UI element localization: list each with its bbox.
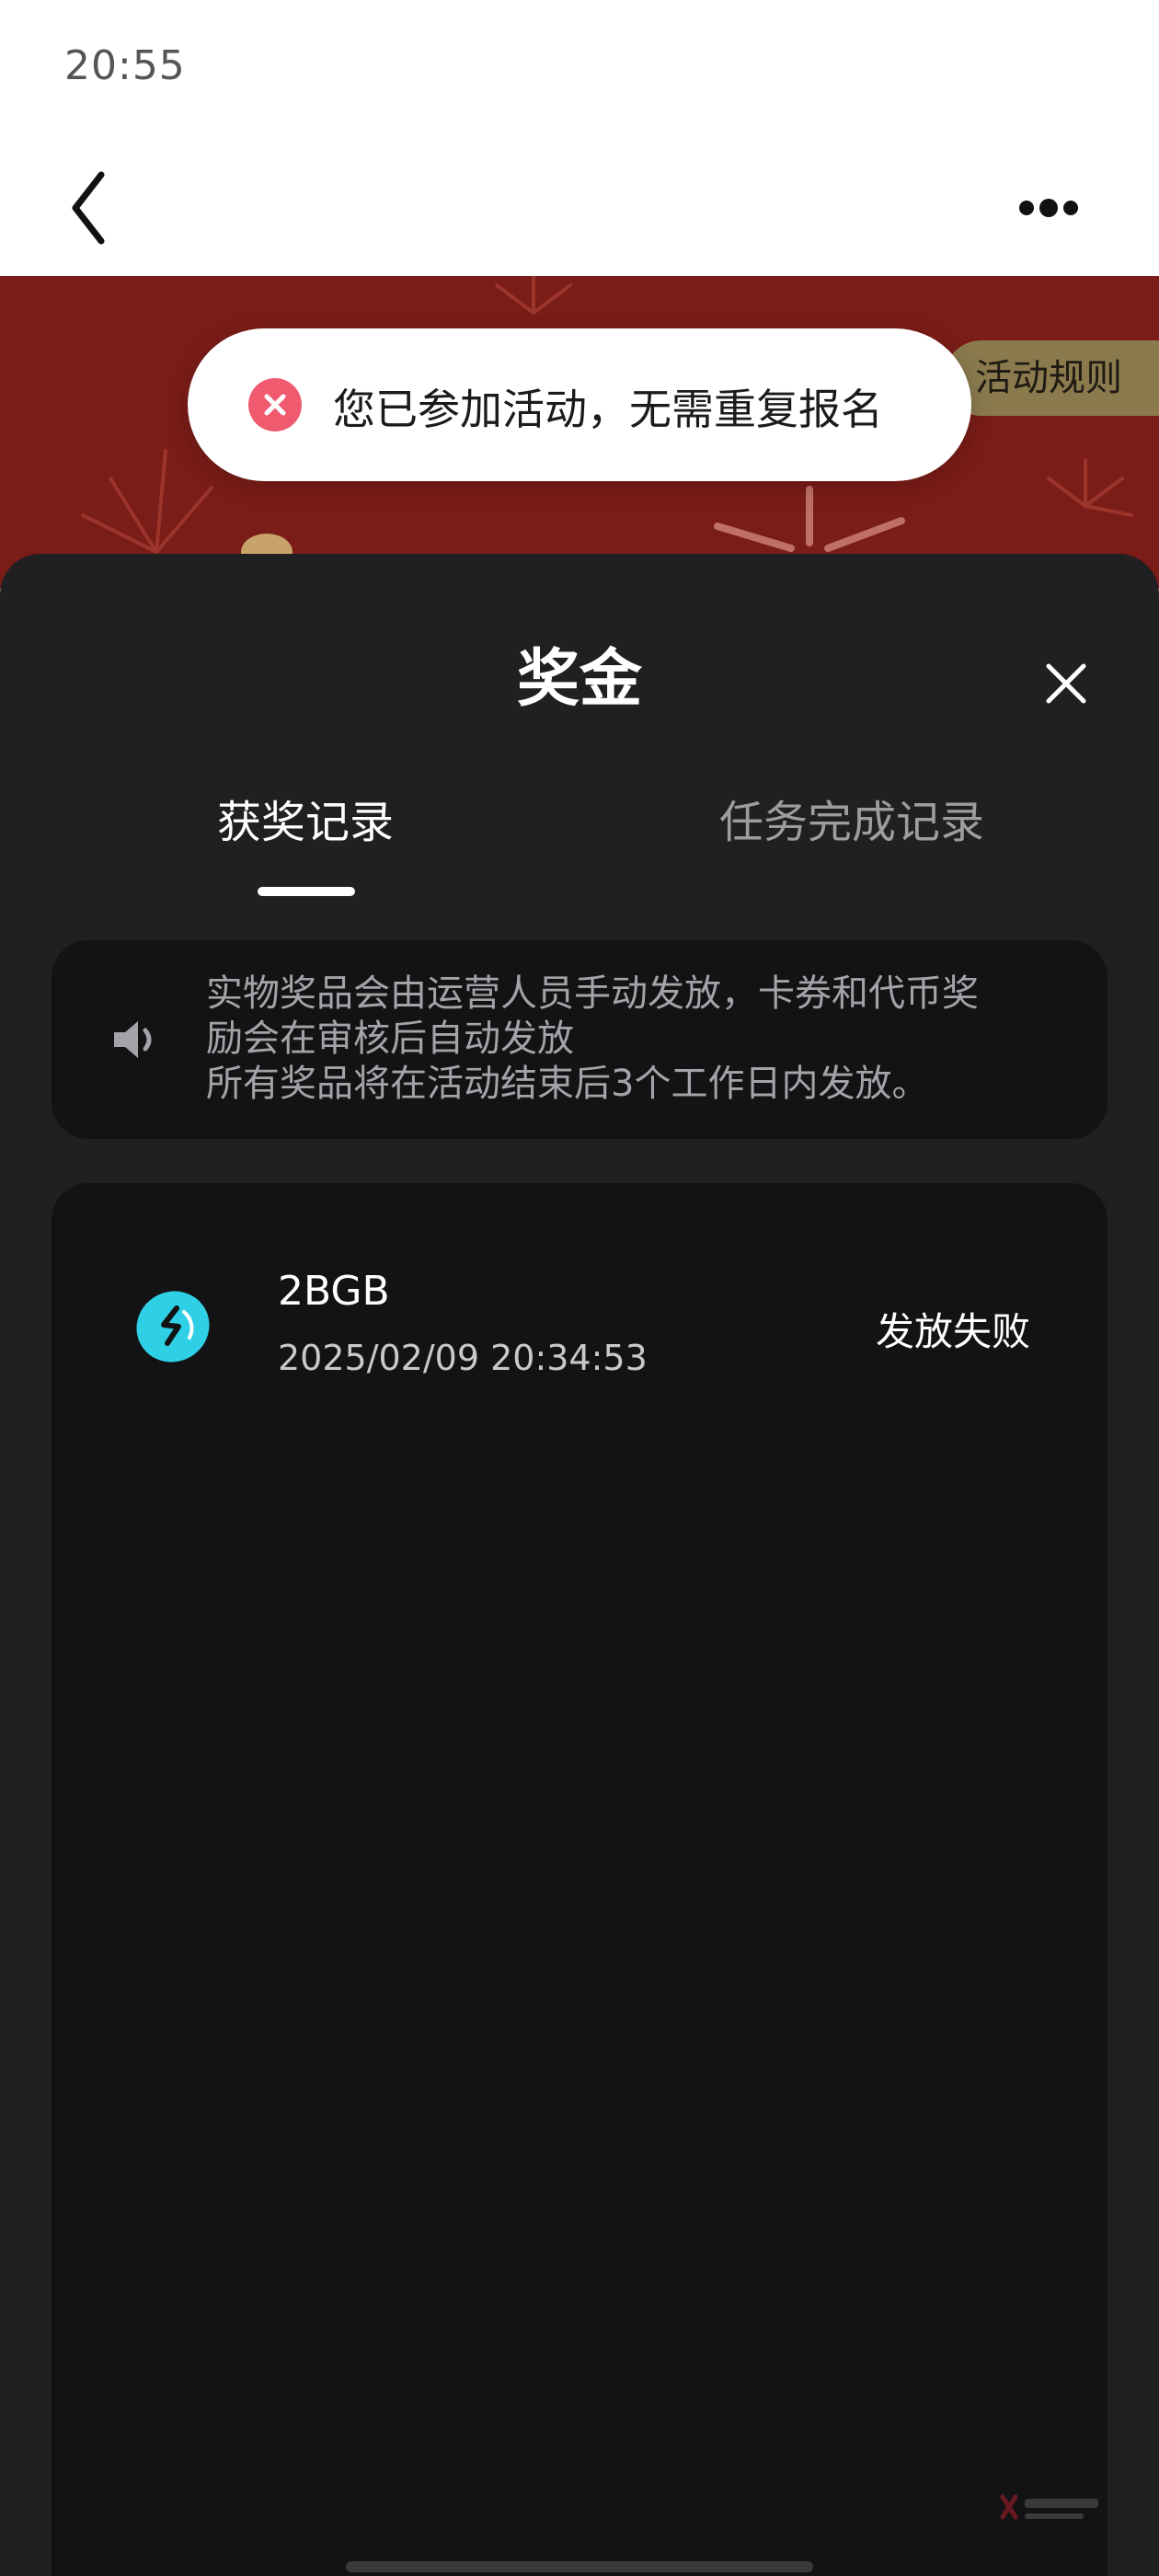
record-item[interactable]: 2BGB 2025/02/09 20:34:53 发放失败 [52,1183,1107,1404]
more-button[interactable] [1003,171,1095,245]
nav-bar [0,138,1159,276]
rules-button[interactable]: 活动规则 [944,340,1159,416]
error-toast: 您已参加活动，无需重复报名 [188,328,971,481]
notice-text: 实物奖品会由运营人员手动发放，卡券和代币奖 励会在审核后自动发放 所有奖品将在活… [206,972,1080,1107]
speaker-icon [114,1021,152,1058]
tab-task-records[interactable]: 任务完成记录 [719,786,984,850]
error-icon [248,378,302,431]
status-time: 20:55 [64,42,186,89]
page: 20:55 活动规则 您已参加活动，无需重复报名 奖金 获奖记录 任务完成记录 … [0,0,1159,2576]
bonus-sheet: 奖金 获奖记录 任务完成记录 实物奖品会由运营人员手动发放，卡券和代币奖 励会在… [0,554,1159,2576]
coin-icon [136,1291,210,1363]
tab-indicator [258,887,355,896]
close-button[interactable] [1038,655,1095,712]
notice-line: 实物奖品会由运营人员手动发放，卡券和代币奖 [206,972,979,1015]
home-indicator [346,2561,813,2572]
notice-line: 励会在审核后自动发放 [206,1018,574,1060]
status-bar: 20:55 [0,0,1159,138]
back-icon [72,171,105,245]
record-time: 2025/02/09 20:34:53 [278,1338,648,1378]
tab-award-records[interactable]: 获奖记录 [217,786,394,850]
record-status: 发放失败 [875,1309,1030,1354]
close-icon [1046,663,1086,704]
toast-message: 您已参加活动，无需重复报名 [333,385,883,434]
notice-card: 实物奖品会由运营人员手动发放，卡券和代币奖 励会在审核后自动发放 所有奖品将在活… [52,940,1107,1139]
back-button[interactable] [55,162,138,254]
watermark-logo [1000,2494,1098,2520]
sheet-title: 奖金 [516,643,642,716]
records-list: 2BGB 2025/02/09 20:34:53 发放失败 [52,1183,1107,2576]
record-name: 2BGB [278,1268,390,1315]
more-icon [1019,199,1078,217]
notice-line: 所有奖品将在活动结束后3个工作日内发放。 [206,1063,929,1105]
